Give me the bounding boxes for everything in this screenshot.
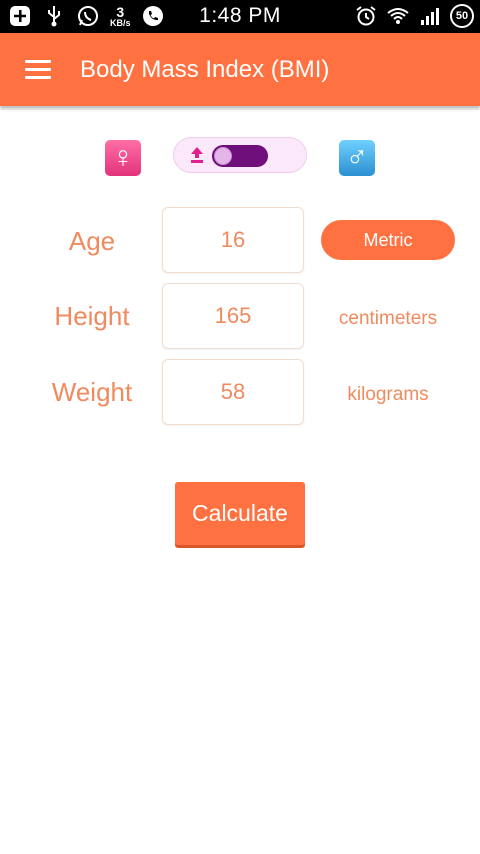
hamburger-menu-icon[interactable] <box>25 60 51 80</box>
gender-toggle[interactable] <box>173 137 307 173</box>
metric-button[interactable]: Metric <box>321 220 455 260</box>
signal-icon <box>418 4 442 28</box>
height-label: Height <box>54 301 130 331</box>
battery-level: 50 <box>455 10 469 22</box>
weight-input[interactable]: 58 <box>162 359 304 425</box>
upload-arrow-icon <box>191 147 203 163</box>
age-label: Age <box>68 226 116 256</box>
calculate-button[interactable]: Calculate <box>175 482 305 545</box>
age-input[interactable]: 16 <box>162 207 304 273</box>
female-icon[interactable]: ♀ <box>105 140 141 176</box>
weight-unit-label: kilograms <box>347 384 429 405</box>
battery-icon: 50 <box>450 4 474 28</box>
toggle-knob[interactable] <box>214 147 232 165</box>
wifi-icon <box>386 4 410 28</box>
alarm-icon <box>354 4 378 28</box>
male-icon[interactable]: ♂ <box>339 140 375 176</box>
status-icons-right: 50 <box>354 4 474 28</box>
height-unit-label: centimeters <box>338 308 438 329</box>
height-input[interactable]: 165 <box>162 283 304 349</box>
app-title: Body Mass Index (BMI) <box>80 56 330 83</box>
app-bar: Body Mass Index (BMI) <box>0 33 480 106</box>
weight-label: Weight <box>51 377 133 407</box>
status-bar: 3 KB/s 1:48 PM 50 <box>0 0 480 33</box>
